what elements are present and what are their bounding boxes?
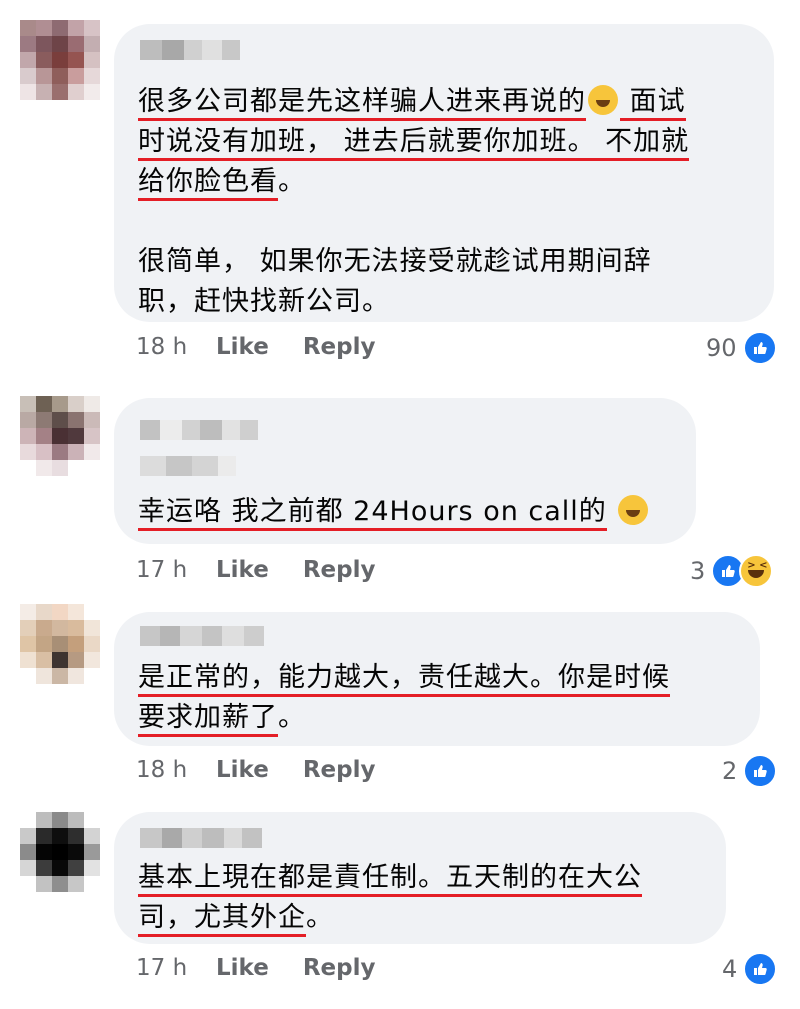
reply-button[interactable]: Reply: [303, 955, 376, 981]
comment-text: 基本上現在都是責任制。五天制的在大公 司，尤其外企。: [138, 858, 728, 938]
reaction-count: 4: [722, 955, 738, 983]
reply-button[interactable]: Reply: [303, 757, 376, 783]
comment-actions: 17 h Like Reply: [136, 955, 409, 981]
joy-emoji-icon: [588, 85, 618, 115]
blurred-author-name[interactable]: [140, 420, 258, 440]
haha-icon: [739, 554, 774, 588]
like-button[interactable]: Like: [216, 757, 269, 783]
reaction-count: 3: [690, 557, 706, 585]
blurred-author-name[interactable]: [140, 828, 262, 848]
comment-actions: 18 h Like Reply: [136, 757, 409, 783]
blurred-author-name[interactable]: [140, 40, 240, 60]
comment-bubble: 很多公司都是先这样骗人进来再说的 面试 时说没有加班， 进去后就要你加班。 不加…: [114, 24, 774, 322]
reaction-count: 2: [722, 757, 738, 785]
reply-button[interactable]: Reply: [303, 557, 376, 583]
comment-actions: 17 h Like Reply: [136, 557, 409, 583]
comment-bubble: 幸运咯 我之前都 24Hours on call的: [114, 398, 696, 544]
like-button[interactable]: Like: [216, 557, 269, 583]
like-icon: [743, 952, 778, 986]
reaction-summary[interactable]: 90: [706, 331, 777, 365]
comment-bubble: 是正常的，能力越大，责任越大。你是时候 要求加薪了。: [114, 612, 760, 746]
reply-button[interactable]: Reply: [303, 334, 376, 360]
like-icon: [742, 331, 777, 365]
reaction-summary[interactable]: 4: [722, 952, 778, 986]
rofl-emoji-icon: [618, 495, 649, 525]
comment-text: 很多公司都是先这样骗人进来再说的 面试 时说没有加班， 进去后就要你加班。 不加…: [138, 85, 690, 317]
like-button[interactable]: Like: [216, 334, 269, 360]
timestamp[interactable]: 17 h: [136, 557, 216, 583]
avatar[interactable]: [20, 812, 100, 892]
reaction-summary[interactable]: 3: [690, 554, 774, 588]
comment-actions: 18 h Like Reply: [136, 334, 409, 360]
comment-text: 幸运咯 我之前都 24Hours on call的: [138, 492, 698, 532]
blurred-author-name[interactable]: [140, 626, 264, 646]
reaction-count: 90: [706, 334, 737, 362]
blurred-author-subtitle: [140, 456, 236, 476]
like-icon: [743, 754, 778, 788]
avatar[interactable]: [20, 396, 100, 476]
timestamp[interactable]: 18 h: [136, 334, 216, 360]
like-button[interactable]: Like: [216, 955, 269, 981]
timestamp[interactable]: 18 h: [136, 757, 216, 783]
avatar[interactable]: [20, 20, 100, 100]
reaction-summary[interactable]: 2: [722, 754, 778, 788]
avatar[interactable]: [20, 604, 100, 684]
comment-text: 是正常的，能力越大，责任越大。你是时候 要求加薪了。: [138, 658, 758, 738]
comment-bubble: 基本上現在都是責任制。五天制的在大公 司，尤其外企。: [114, 812, 726, 944]
timestamp[interactable]: 17 h: [136, 955, 216, 981]
